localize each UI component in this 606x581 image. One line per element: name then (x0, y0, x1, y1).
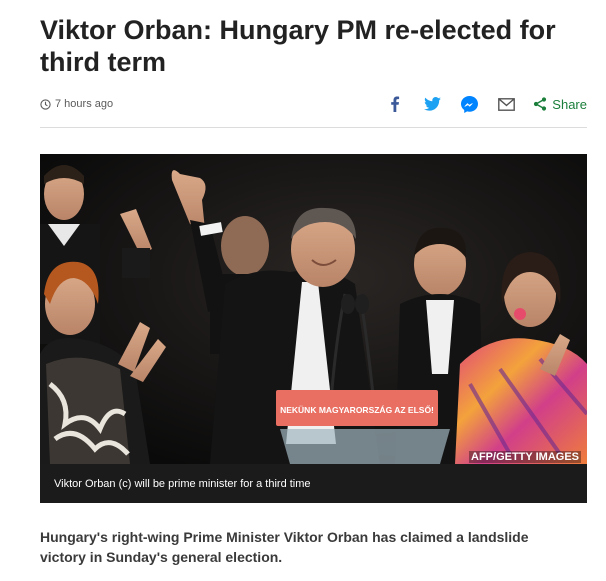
divider (40, 127, 587, 128)
lead-image-figure: NEKÜNK MAGYARORSZÁG AZ ELSŐ! AFP/GETTY I… (40, 154, 587, 503)
email-icon[interactable] (497, 95, 515, 113)
twitter-icon[interactable] (423, 95, 441, 113)
facebook-icon[interactable] (386, 95, 404, 113)
image-caption: Viktor Orban (c) will be prime minister … (54, 477, 311, 490)
timestamp-text: 7 hours ago (55, 98, 114, 110)
headline: Viktor Orban: Hungary PM re-elected for … (40, 15, 556, 77)
messenger-icon[interactable] (460, 95, 478, 113)
caption-bar: Viktor Orban (c) will be prime minister … (40, 464, 587, 503)
share-tools: Share (367, 95, 587, 113)
share-label: Share (552, 96, 587, 112)
intro-paragraph: Hungary's right-wing Prime Minister Vikt… (40, 529, 529, 565)
clock-icon (40, 98, 51, 110)
image-credit: AFP/GETTY IMAGES (469, 451, 581, 463)
share-icon (534, 97, 547, 111)
timestamp: 7 hours ago (40, 98, 113, 110)
podium-sign-text: NEKÜNK MAGYARORSZÁG AZ ELSŐ! (280, 404, 434, 415)
article: Viktor Orban: Hungary PM re-elected for … (0, 0, 606, 581)
meta-row: 7 hours ago Share (40, 92, 587, 116)
share-button[interactable]: Share (533, 97, 587, 112)
lead-photo: NEKÜNK MAGYARORSZÁG AZ ELSŐ! (40, 154, 587, 464)
